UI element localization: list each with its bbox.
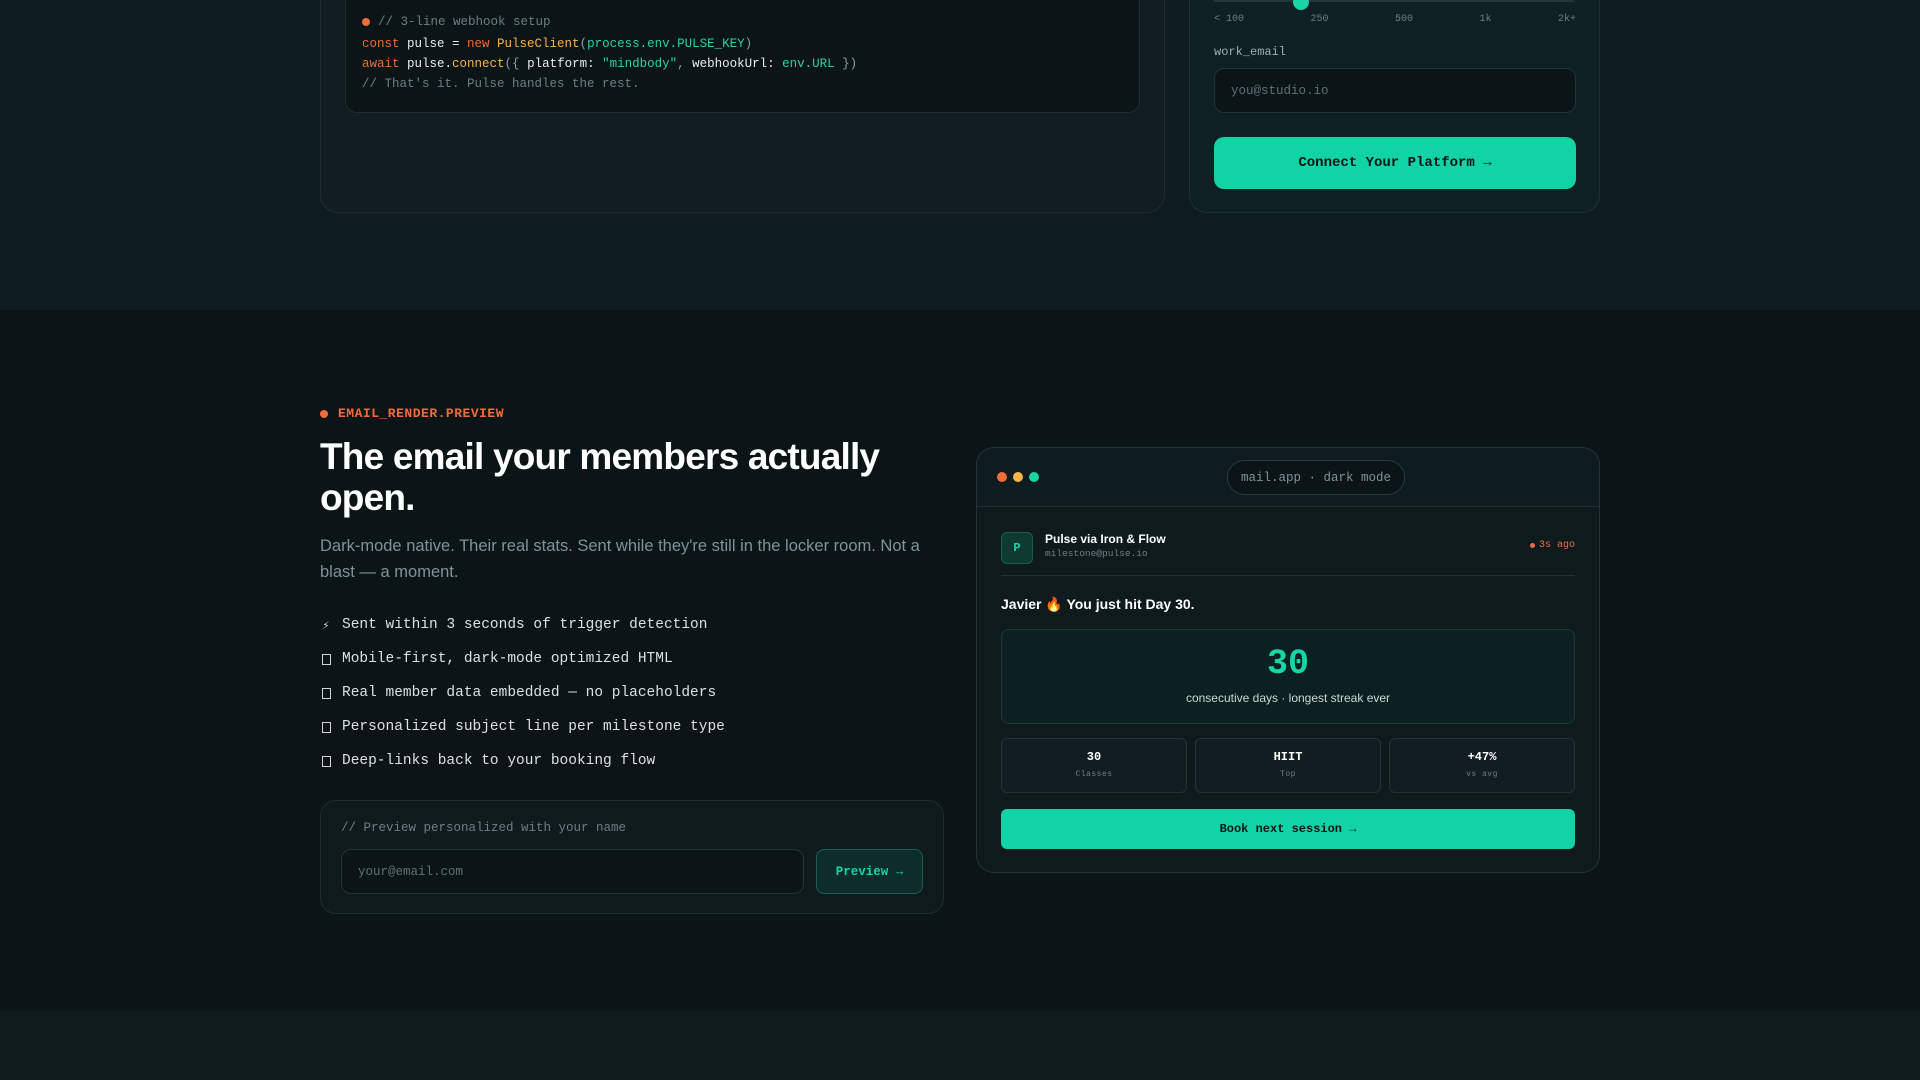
sender-avatar: P — [1001, 532, 1033, 564]
stat-value: +47% — [1467, 750, 1497, 764]
slider-tick: 250 — [1310, 14, 1329, 25]
box-icon — [321, 687, 331, 699]
minimize-dot-icon — [1013, 472, 1023, 482]
code-header: // 3-line webhook setup — [362, 15, 551, 29]
feature-item: Deep-links back to your booking flow — [320, 744, 725, 778]
slider-tick: 2k+ — [1557, 14, 1576, 25]
divider — [1001, 575, 1575, 576]
slider-tick: < 100 — [1214, 14, 1245, 25]
next-section — [0, 1010, 1920, 1080]
stats-row: 30 Classes HIIT Top +47% vs avg — [1001, 738, 1575, 793]
streak-caption: consecutive days · longest streak ever — [1185, 691, 1391, 705]
eyebrow-text: EMAIL_RENDER.PREVIEW — [338, 406, 505, 421]
code-snippet: // 3-line webhook setup const pulse = ne… — [345, 0, 1140, 113]
feature-text: Real member data embedded — no placehold… — [342, 685, 717, 701]
email-section — [0, 310, 1920, 1010]
mail-timestamp: 3s ago — [1529, 540, 1575, 551]
slider-ticks: < 100 250 500 1k 2k+ — [1214, 14, 1576, 25]
box-icon — [321, 755, 331, 767]
section-headline: The email your members actually open. — [320, 436, 880, 518]
stat-label: vs avg — [1466, 770, 1498, 779]
stat-label: Classes — [1075, 770, 1113, 779]
sender-name: Pulse via Iron & Flow — [1045, 532, 1166, 546]
eyebrow-dot-icon — [320, 409, 328, 418]
connect-platform-button[interactable]: Connect Your Platform → — [1214, 137, 1576, 189]
feature-text: Deep-links back to your booking flow — [342, 753, 656, 769]
window-controls — [997, 472, 1039, 482]
feature-item: Real member data embedded — no placehold… — [320, 676, 725, 710]
mail-titlebar: mail.app · dark mode — [977, 448, 1599, 507]
code-line-1: const pulse = new PulseClient(process.en… — [362, 37, 753, 51]
stat-value: 30 — [1086, 750, 1102, 764]
time-dot-icon — [1529, 543, 1535, 548]
window-title: mail.app · dark mode — [1227, 460, 1405, 495]
studio-size-slider-track[interactable] — [1214, 0, 1574, 2]
feature-text: Mobile-first, dark-mode optimized HTML — [342, 651, 673, 667]
work-email-label: work_email — [1214, 45, 1287, 59]
code-title: // 3-line webhook setup — [378, 15, 551, 29]
streak-card: 30 consecutive days · longest streak eve… — [1001, 629, 1575, 724]
preview-note: // Preview personalized with your name — [341, 821, 627, 835]
stat-card: 30 Classes — [1001, 738, 1187, 793]
lightning-icon: ⚡ — [322, 618, 330, 633]
mail-subject: Javier 🔥 You just hit Day 30. — [1001, 596, 1195, 612]
box-icon — [321, 653, 331, 665]
stat-label: Top — [1280, 770, 1296, 779]
feature-item: Personalized subject line per milestone … — [320, 710, 725, 744]
section-subcopy: Dark-mode native. Their real stats. Sent… — [320, 537, 920, 581]
time-text: 3s ago — [1538, 540, 1575, 551]
sender-address: milestone@pulse.io — [1045, 548, 1148, 559]
preview-button[interactable]: Preview → — [816, 849, 923, 894]
feature-item: Mobile-first, dark-mode optimized HTML — [320, 642, 725, 676]
status-dot-icon — [362, 18, 370, 26]
feature-text: Personalized subject line per milestone … — [342, 719, 725, 735]
mail-preview-window: mail.app · dark mode P Pulse via Iron & … — [976, 447, 1600, 873]
close-dot-icon — [997, 472, 1007, 482]
maximize-dot-icon — [1029, 472, 1039, 482]
feature-item: ⚡ Sent within 3 seconds of trigger detec… — [320, 608, 725, 642]
preview-email-input[interactable] — [341, 849, 804, 894]
section-eyebrow: EMAIL_RENDER.PREVIEW — [320, 406, 504, 421]
code-line-2: await pulse.connect({ platform: "mindbod… — [362, 57, 858, 71]
box-icon — [321, 721, 331, 733]
stat-card: HIIT Top — [1195, 738, 1381, 793]
slider-tick: 500 — [1394, 14, 1413, 25]
feature-list: ⚡ Sent within 3 seconds of trigger detec… — [320, 608, 725, 778]
work-email-input[interactable] — [1214, 68, 1576, 113]
feature-text: Sent within 3 seconds of trigger detecti… — [342, 617, 708, 633]
code-comment: // That's it. Pulse handles the rest. — [362, 77, 640, 91]
stat-value: HIIT — [1273, 750, 1303, 764]
streak-number: 30 — [1266, 644, 1309, 684]
stat-card: +47% vs avg — [1389, 738, 1575, 793]
book-session-button[interactable]: Book next session → — [1001, 809, 1575, 849]
slider-tick: 1k — [1479, 14, 1492, 25]
